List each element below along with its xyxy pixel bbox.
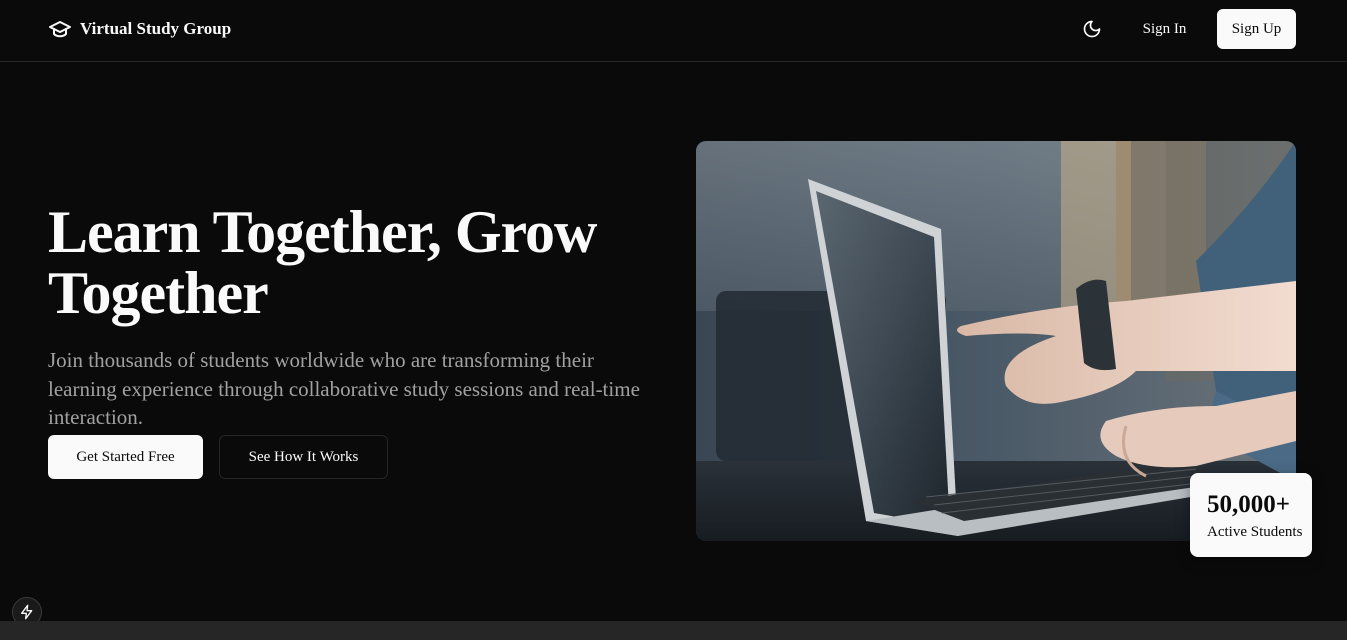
- sign-in-button[interactable]: Sign In: [1128, 9, 1201, 49]
- next-section-edge: [0, 621, 1347, 640]
- active-students-stat-card: 50,000+ Active Students: [1190, 473, 1312, 557]
- hero-subtitle: Join thousands of students worldwide who…: [48, 348, 640, 429]
- graduation-cap-icon: [49, 21, 71, 38]
- brand-logo-link[interactable]: Virtual Study Group: [48, 17, 231, 41]
- see-how-it-works-button[interactable]: See How It Works: [219, 435, 388, 479]
- hero-title: Learn Together, Grow Together: [48, 199, 597, 326]
- brand-name: Virtual Study Group: [80, 19, 232, 38]
- stat-label: Active Students: [1207, 524, 1303, 540]
- lightning-icon: [21, 604, 33, 620]
- stat-value: 50,000+: [1207, 491, 1290, 518]
- site-header: Virtual Study Group Sign In Sign Up: [0, 0, 1347, 62]
- moon-icon: [1083, 20, 1101, 38]
- theme-toggle-button[interactable]: [1072, 9, 1112, 49]
- get-started-button[interactable]: Get Started Free: [48, 435, 203, 479]
- sign-up-button[interactable]: Sign Up: [1217, 9, 1296, 49]
